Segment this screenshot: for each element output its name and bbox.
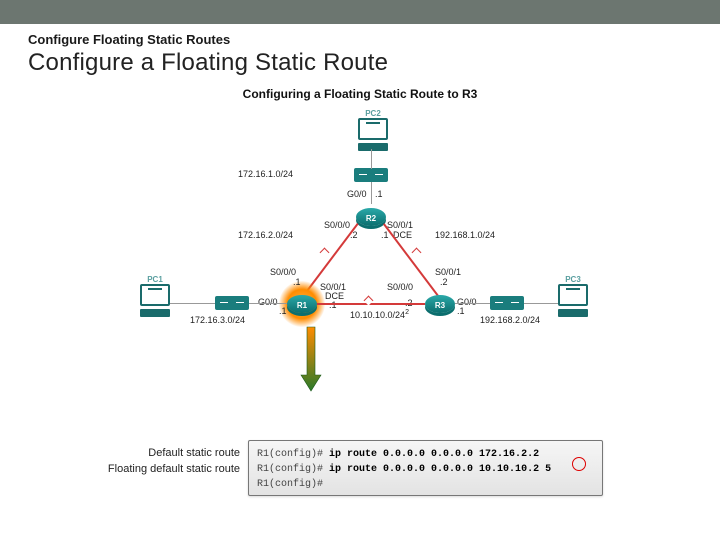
r1-g000: G0/0 <box>258 297 278 307</box>
pc3-label: PC3 <box>555 275 591 284</box>
switch-top-icon <box>354 168 388 182</box>
net-192168-2: 192.168.2.0/24 <box>480 315 540 325</box>
cli-line-2: R1(config)# ip route 0.0.0.0 0.0.0.0 10.… <box>257 462 594 477</box>
net-192168-1: 192.168.1.0/24 <box>435 230 495 240</box>
figure-title: Configuring a Floating Static Route to R… <box>125 87 595 101</box>
net-17216-3: 172.16.3.0/24 <box>190 315 245 325</box>
ad-circle-highlight <box>572 457 586 471</box>
r3-s001: S0/0/1 <box>435 267 461 277</box>
topology-figure: Configuring a Floating Static Route to R… <box>125 87 595 377</box>
r1-s000: S0/0/0 <box>270 267 296 277</box>
kicker-text: Configure Floating Static Routes <box>28 32 692 47</box>
r1-dot1: .1 <box>293 277 301 287</box>
link-sw-r2 <box>371 182 372 204</box>
r2-dot1r: .1 <box>381 230 389 240</box>
router-r2-icon: R2 <box>356 202 386 232</box>
pc2-icon: PC2 <box>355 109 391 151</box>
router-r3-icon: R3 <box>425 289 455 319</box>
r2-s000: S0/0/0 <box>324 220 350 230</box>
pc1-icon: PC1 <box>137 275 173 317</box>
page-title: Configure a Floating Static Route <box>28 49 692 77</box>
cli-line-1: R1(config)# ip route 0.0.0.0 0.0.0.0 172… <box>257 447 594 462</box>
r2-dot1-top: .1 <box>375 189 383 199</box>
r1-g000-dot1: .1 <box>279 306 287 316</box>
slide-top-bar <box>0 0 720 24</box>
heading-block: Configure Floating Static Routes Configu… <box>0 24 720 77</box>
r2-g000: G0/0 <box>347 189 367 199</box>
pc3-icon: PC3 <box>555 275 591 317</box>
cli-box: R1(config)# ip route 0.0.0.0 0.0.0.0 172… <box>248 440 603 496</box>
cli-line-3: R1(config)# <box>257 477 594 492</box>
serial-zig-l <box>320 248 330 258</box>
note-floating-route: Floating default static route <box>40 461 240 477</box>
note-default-route: Default static route <box>40 445 240 461</box>
r1-s001-dot1: .1 <box>329 300 337 310</box>
switch-right-icon <box>490 296 524 310</box>
net-1010: 10.10.10.0/242 <box>350 309 409 320</box>
pc2-label: PC2 <box>355 109 391 118</box>
serial-r1-r3 <box>317 303 425 305</box>
link-pc2-sw <box>371 149 372 169</box>
r3-s001-dot2: .2 <box>440 277 448 287</box>
r3-g000-dot1: .1 <box>457 306 465 316</box>
r2-s001: S0/0/1 <box>387 220 413 230</box>
serial-zig-r <box>412 248 422 258</box>
router-r1-icon: R1 <box>287 289 317 319</box>
pc1-label: PC1 <box>137 275 173 284</box>
net-17216-1: 172.16.1.0/24 <box>238 169 293 179</box>
switch-left-icon <box>215 296 249 310</box>
callout-labels: Default static route Floating default st… <box>40 445 240 477</box>
net-17216-2: 172.16.2.0/24 <box>238 230 293 240</box>
r3-s000: S0/0/0 <box>387 282 413 292</box>
